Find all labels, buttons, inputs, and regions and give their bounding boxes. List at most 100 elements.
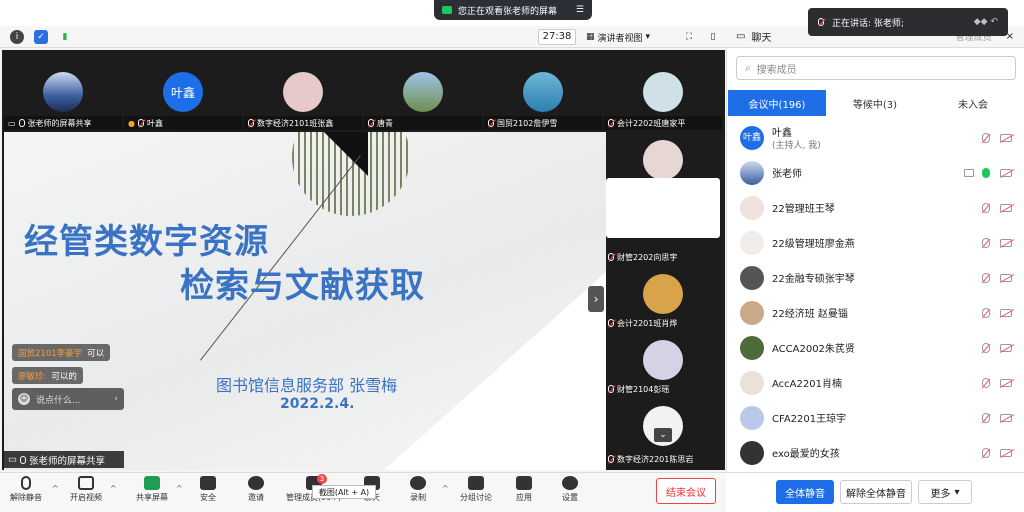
security-shield-icon[interactable]: ✓ [34, 30, 48, 44]
video-off-icon[interactable] [1000, 308, 1012, 317]
mic-muted-icon [608, 119, 614, 127]
chevron-up-icon[interactable]: ^ [110, 484, 117, 493]
fullscreen-icon[interactable]: ⛶ [682, 30, 696, 44]
unmute-button[interactable]: 解除静音 [10, 476, 42, 510]
invite-button[interactable]: 邀请 [248, 476, 264, 510]
mic-muted-icon[interactable] [982, 272, 990, 283]
apps-button[interactable]: 应用 [516, 476, 532, 510]
view-mode-select[interactable]: ▦ 演讲者视图 ▾ [586, 29, 672, 45]
avatar [740, 160, 764, 185]
video-off-icon[interactable] [1000, 448, 1012, 457]
list-item[interactable]: CFA2201王琼宇 [728, 400, 1022, 435]
tile-name-bar: 数字经济2101班张鑫 [244, 116, 362, 130]
record-button[interactable]: 录制 [410, 476, 426, 510]
tab-in-meeting[interactable]: 会议中(196) [728, 90, 826, 116]
participant-tile[interactable]: 叶鑫 ● 叶鑫 [124, 62, 242, 132]
participant-tile[interactable]: 数字经济2101班张鑫 [244, 62, 362, 132]
gear-icon [562, 476, 578, 490]
share-status-icon [442, 6, 452, 14]
chat-input[interactable]: ☺ 说点什么... ‹ [12, 388, 124, 410]
participant-tile-row: ▭ 张老师的屏幕共享 叶鑫 ● 叶鑫 数字经济2101班张鑫 唐青 国贸2102詹伊… [2, 62, 725, 132]
chevron-up-icon[interactable]: ^ [442, 484, 449, 493]
minimize-icon[interactable]: ◆◆ ↶ [974, 17, 998, 27]
mute-all-button[interactable]: 全体静音 [776, 480, 834, 504]
mic-muted-icon [21, 476, 31, 490]
emoji-icon[interactable]: ☺ [18, 393, 30, 405]
mic-on-icon[interactable] [982, 167, 990, 178]
settings-button[interactable]: 设置 [562, 476, 578, 510]
member-list: 叶鑫 叶鑫 (主持人, 我) 张老师 22管理班王琴 22级管理班廖金燕 22金… [728, 120, 1022, 470]
sharing-notice-pill[interactable]: 您正在观看张老师的屏幕 ☰ [434, 0, 592, 20]
list-item[interactable]: 22管理班王琴 [728, 190, 1022, 225]
mic-muted-icon [368, 119, 374, 127]
mic-muted-icon[interactable] [982, 447, 990, 458]
tile-name: 国贸2102詹伊雪 [497, 118, 558, 128]
mic-muted-icon[interactable] [982, 237, 990, 248]
chevron-up-icon[interactable]: ^ [52, 484, 59, 493]
list-item[interactable]: ACCA2002朱芪贤 [728, 330, 1022, 365]
list-item[interactable]: 22金融专硕张宇琴 [728, 260, 1022, 295]
menu-icon[interactable]: ☰ [576, 5, 584, 15]
avatar [740, 230, 764, 255]
tile-name: 数字经济2201陈思岩 [617, 454, 694, 464]
info-icon[interactable]: i [10, 30, 24, 44]
slide-title-line2: 检索与文献获取 [180, 266, 425, 306]
video-off-icon[interactable] [1000, 273, 1012, 282]
avatar [643, 340, 683, 380]
member-search-input[interactable]: ⌕ 搜索成员 [736, 56, 1016, 80]
mic-muted-icon[interactable] [982, 307, 990, 318]
video-off-icon[interactable] [1000, 168, 1012, 177]
mic-muted-icon[interactable] [982, 132, 990, 143]
panel-header-title[interactable]: 聊天 [751, 29, 771, 44]
chevron-up-icon[interactable]: ^ [176, 484, 183, 493]
participant-tile[interactable]: 国贸2102詹伊雪 [484, 62, 602, 132]
video-off-icon[interactable] [1000, 378, 1012, 387]
tile-name: 财管2104彭瑶 [617, 384, 670, 394]
video-off-icon[interactable] [1000, 203, 1012, 212]
video-off-icon[interactable] [1000, 133, 1012, 142]
share-screen-button[interactable]: 共享屏幕 [136, 476, 168, 510]
signal-icon[interactable]: ▮ [58, 30, 72, 44]
blank-overlay [606, 178, 720, 238]
avatar: 叶鑫 [740, 125, 764, 150]
mic-muted-icon[interactable] [982, 412, 990, 423]
start-video-button[interactable]: 开启视频 [70, 476, 102, 510]
mic-muted-icon [248, 119, 254, 127]
participant-tile[interactable]: 会计2202班唐家平 [604, 62, 722, 132]
participant-tile[interactable]: 财管2104彭瑶 [604, 332, 722, 398]
video-off-icon[interactable] [1000, 238, 1012, 247]
participant-tile[interactable]: ▭ 张老师的屏幕共享 [4, 62, 122, 132]
tile-name-bar: 会计2202班唐家平 [604, 116, 722, 130]
more-button[interactable]: 更多 ▾ [918, 480, 972, 504]
list-item[interactable]: AccA2201肖楠 [728, 365, 1022, 400]
list-item[interactable]: 叶鑫 叶鑫 (主持人, 我) [728, 120, 1022, 155]
avatar [740, 370, 764, 395]
collapse-icon[interactable]: ‹ [114, 394, 118, 404]
list-item[interactable]: 22级管理班廖金燕 [728, 225, 1022, 260]
mic-muted-icon[interactable] [982, 202, 990, 213]
tab-not-joined[interactable]: 未入会 [924, 90, 1022, 116]
tile-name-bar: ● 叶鑫 [124, 116, 242, 130]
video-off-icon[interactable] [1000, 413, 1012, 422]
security-button[interactable]: 安全 [200, 476, 216, 510]
tab-waiting[interactable]: 等候中(3) [826, 90, 924, 116]
list-item[interactable]: 22经济班 赵曼锱 [728, 295, 1022, 330]
next-page-arrow-icon[interactable]: › [588, 286, 604, 312]
mic-muted-icon[interactable] [982, 377, 990, 388]
list-item[interactable]: 张老师 [728, 155, 1022, 190]
video-off-icon[interactable] [1000, 343, 1012, 352]
participant-tile[interactable]: 唐青 [364, 62, 482, 132]
member-name: 22金融专硕张宇琴 [772, 274, 855, 285]
unmute-all-button[interactable]: 解除全体静音 [840, 480, 912, 504]
screenshot-tooltip: 截图(Alt + A) [312, 485, 376, 499]
chevron-down-icon: ▾ [645, 32, 651, 42]
end-meeting-button[interactable]: 结束会议 [656, 478, 716, 504]
sidebar-toggle-icon[interactable]: ▯ [706, 30, 720, 44]
participant-tile[interactable]: 会计2201班肖烨 [604, 266, 722, 332]
breakout-button[interactable]: 分组讨论 [460, 476, 492, 510]
list-item[interactable]: exo最爱的女孩 [728, 435, 1022, 470]
avatar: 叶鑫 [163, 72, 203, 112]
scroll-down-icon[interactable]: ⌄ [654, 428, 672, 442]
chat-placeholder: 说点什么... [36, 395, 81, 406]
mic-muted-icon[interactable] [982, 342, 990, 353]
